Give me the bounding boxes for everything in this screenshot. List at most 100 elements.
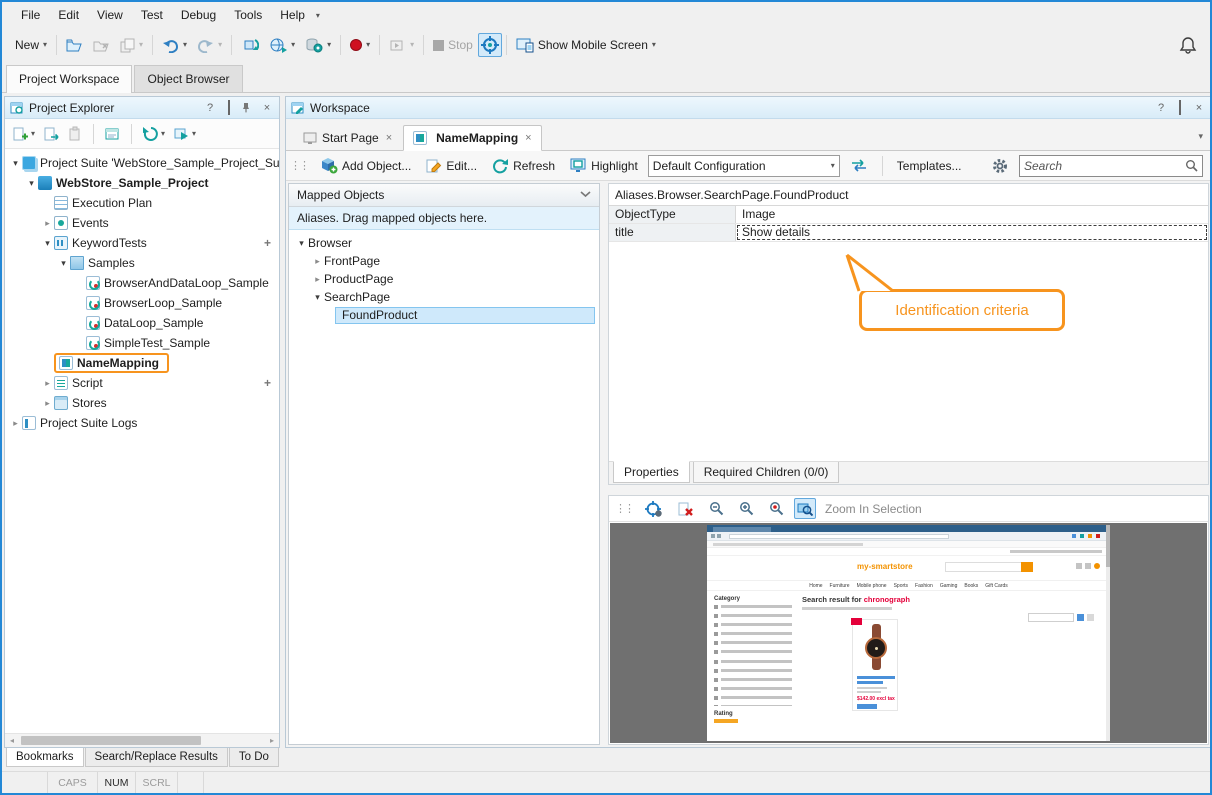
mapped-item-searchpage[interactable]: ▾ SearchPage (289, 288, 599, 306)
float-icon[interactable] (1173, 102, 1187, 114)
expander-icon[interactable]: ▸ (41, 378, 54, 389)
property-value-selected[interactable]: Show details (736, 224, 1208, 241)
menu-overflow-caret[interactable]: ▾ (316, 11, 320, 20)
update-image-button[interactable] (640, 498, 668, 520)
scrollbar-thumb[interactable] (21, 736, 201, 745)
tree-item-simpletest[interactable]: SimpleTest_Sample (5, 333, 279, 353)
pin-icon[interactable] (241, 102, 255, 113)
tree-item-events[interactable]: ▸ Events (5, 213, 279, 233)
tab-list-caret-icon[interactable]: ▾ (1198, 131, 1203, 142)
tree-item-keywordtests[interactable]: ▾ KeywordTests + (5, 233, 279, 253)
tab-required-children[interactable]: Required Children (0/0) (693, 462, 840, 483)
add-existing-item-button[interactable] (41, 124, 62, 144)
zoom-in-button[interactable] (734, 498, 759, 519)
mapped-item-frontpage[interactable]: ▸ FrontPage (289, 252, 599, 270)
notifications-button[interactable] (1174, 33, 1202, 57)
property-value[interactable]: Image (736, 206, 1208, 223)
expander-icon[interactable]: ▾ (9, 158, 22, 169)
toolbar-grip-icon[interactable]: ⋮⋮ (615, 502, 633, 515)
scroll-right-icon[interactable]: ▸ (265, 734, 279, 747)
tab-properties[interactable]: Properties (613, 461, 690, 483)
close-tab-icon[interactable]: × (386, 132, 392, 144)
debug-button[interactable]: ▾ (384, 35, 419, 56)
stop-button[interactable]: Stop (428, 35, 478, 55)
expander-icon[interactable]: ▸ (311, 274, 324, 285)
tree-item-script[interactable]: ▸ Script + (5, 373, 279, 393)
menu-view[interactable]: View (88, 4, 132, 26)
configuration-combobox[interactable]: Default Configuration ▾ (648, 155, 840, 177)
run-project-button[interactable]: ▾ (171, 124, 198, 144)
run-browser-button[interactable]: ▾ (264, 34, 300, 56)
tree-item-browseranddataloop[interactable]: BrowserAndDataLoop_Sample (5, 273, 279, 293)
close-tab-icon[interactable]: × (525, 132, 531, 144)
run-test-button[interactable] (236, 34, 264, 56)
horizontal-scrollbar[interactable]: ◂ ▸ (5, 733, 279, 747)
help-icon[interactable]: ? (203, 102, 217, 114)
zoom-actual-size-button[interactable] (764, 498, 789, 519)
tree-item-samples[interactable]: ▾ Samples (5, 253, 279, 273)
save-all-button[interactable]: ▾ (115, 35, 148, 56)
paste-item-button[interactable] (66, 124, 85, 144)
expander-icon[interactable]: ▾ (25, 178, 38, 189)
run-selected-button[interactable]: ▾ (140, 124, 167, 144)
record-button[interactable]: ▾ (345, 36, 375, 54)
tree-item-project-suite-logs[interactable]: ▸ Project Suite Logs (5, 413, 279, 433)
tab-object-browser[interactable]: Object Browser (134, 65, 242, 92)
expander-icon[interactable]: ▸ (41, 218, 54, 229)
highlight-button[interactable]: Highlight (565, 155, 643, 176)
tab-todo[interactable]: To Do (229, 748, 279, 767)
run-settings-button[interactable]: ▾ (300, 34, 336, 56)
menu-tools[interactable]: Tools (225, 4, 271, 26)
tree-item-namemapping[interactable]: NameMapping (5, 353, 279, 373)
expander-icon[interactable]: ▸ (41, 398, 54, 409)
tree-item-dataloop[interactable]: DataLoop_Sample (5, 313, 279, 333)
mapped-item-browser[interactable]: ▾ Browser (289, 234, 599, 252)
compare-configurations-button[interactable] (845, 155, 873, 176)
tree-item-project[interactable]: ▾ WebStore_Sample_Project (5, 173, 279, 193)
tree-item-stores[interactable]: ▸ Stores (5, 393, 279, 413)
new-button[interactable]: New ▾ (10, 35, 52, 55)
settings-button[interactable] (986, 154, 1014, 178)
menu-test[interactable]: Test (132, 4, 172, 26)
tab-project-workspace[interactable]: Project Workspace (6, 65, 132, 93)
refresh-button[interactable]: Refresh (487, 155, 560, 177)
close-project-button[interactable] (88, 35, 115, 56)
expander-icon[interactable]: ▾ (41, 238, 54, 249)
zoom-in-selection-button[interactable] (794, 498, 816, 519)
mapped-item-productpage[interactable]: ▸ ProductPage (289, 270, 599, 288)
redo-button[interactable]: ▾ (192, 34, 227, 56)
templates-button[interactable]: Templates... (892, 156, 967, 176)
expander-icon[interactable]: ▸ (311, 256, 324, 267)
scroll-left-icon[interactable]: ◂ (5, 734, 19, 747)
add-script-button[interactable]: + (264, 376, 271, 390)
show-mobile-screen-button[interactable]: Show Mobile Screen ▾ (511, 34, 661, 56)
expander-icon[interactable]: ▸ (9, 418, 22, 429)
tab-search-replace-results[interactable]: Search/Replace Results (85, 748, 228, 767)
tab-namemapping[interactable]: NameMapping × (403, 125, 541, 151)
expander-icon[interactable]: ▾ (57, 258, 70, 269)
expander-icon[interactable]: ▾ (295, 238, 308, 249)
menu-help[interactable]: Help (271, 4, 314, 26)
help-icon[interactable]: ? (1154, 102, 1168, 114)
float-icon[interactable] (222, 102, 236, 114)
add-object-button[interactable]: Add Object... (315, 154, 416, 177)
menu-edit[interactable]: Edit (49, 4, 88, 26)
organize-items-button[interactable] (102, 124, 123, 144)
add-keywordtest-button[interactable]: + (264, 236, 271, 250)
delete-image-button[interactable] (673, 498, 699, 520)
tree-item-project-suite[interactable]: ▾ Project Suite 'WebStore_Sample_Project… (5, 153, 279, 173)
expander-icon[interactable]: ▾ (311, 292, 324, 303)
tree-item-browserloop[interactable]: BrowserLoop_Sample (5, 293, 279, 313)
collapse-chevron-icon[interactable] (580, 191, 591, 199)
add-new-item-button[interactable]: ▾ (10, 124, 37, 144)
undo-button[interactable]: ▾ (157, 34, 192, 56)
open-project-button[interactable] (61, 35, 88, 56)
tree-item-execution-plan[interactable]: Execution Plan (5, 193, 279, 213)
edit-button[interactable]: Edit... (421, 155, 482, 177)
mapped-item-foundproduct[interactable]: FoundProduct (289, 306, 599, 324)
menu-debug[interactable]: Debug (172, 4, 225, 26)
tab-bookmarks[interactable]: Bookmarks (6, 748, 84, 767)
tab-start-page[interactable]: Start Page × (294, 126, 401, 150)
search-input[interactable] (1024, 159, 1185, 173)
close-panel-icon[interactable]: × (260, 102, 274, 114)
